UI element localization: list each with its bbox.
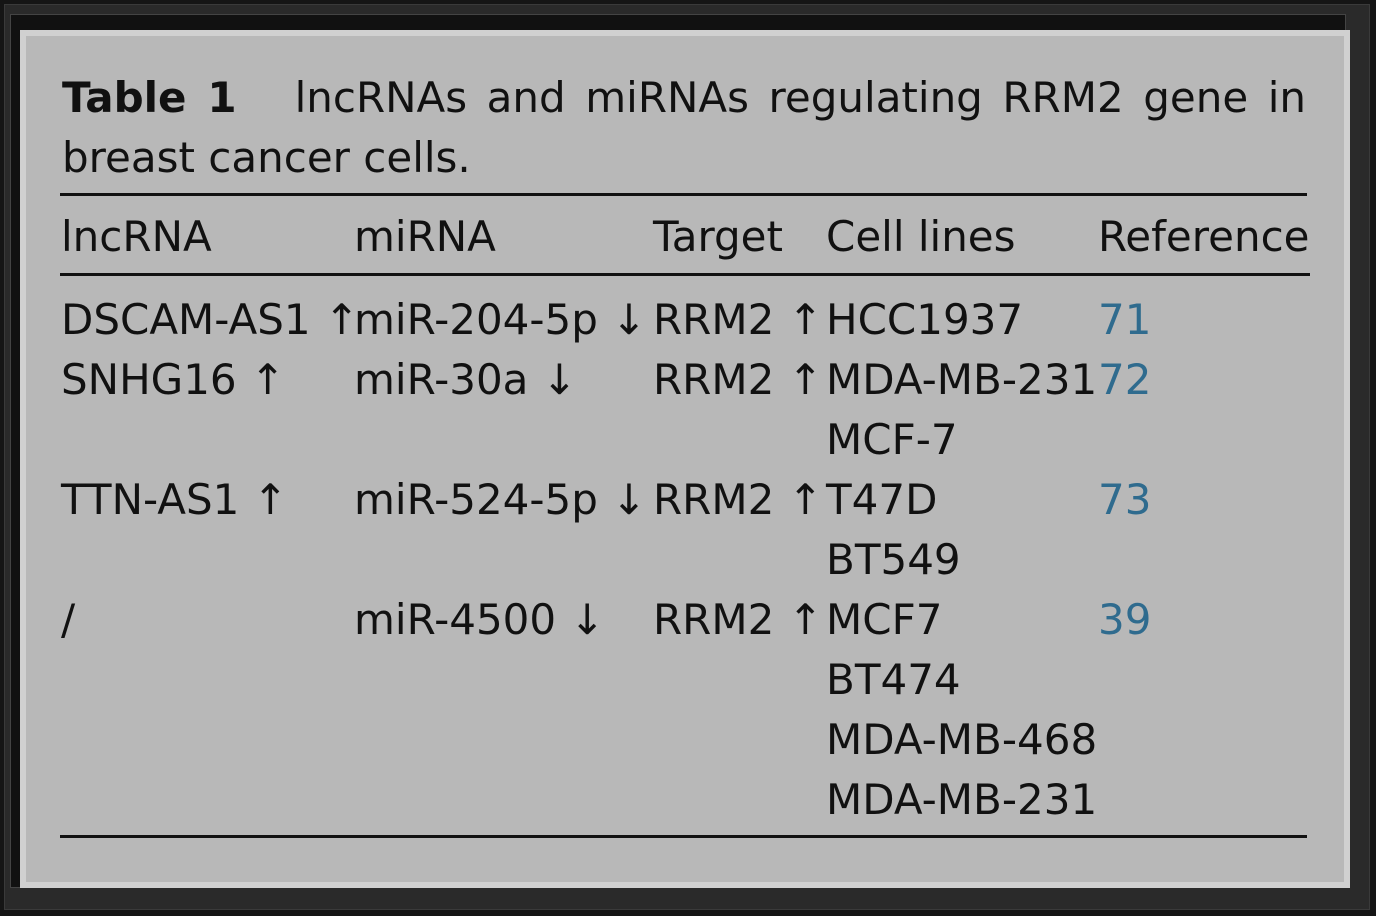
table-label: Table 1: [62, 73, 237, 122]
row-0-target: RRM2 ↑: [653, 295, 823, 344]
table-caption-text: lncRNAs and miRNAs regulating RRM2 gene …: [62, 73, 1307, 182]
row-1-reference-link[interactable]: 72: [1098, 350, 1151, 410]
table-caption: Table 1 lncRNAs and miRNAs regulating RRM…: [62, 68, 1306, 188]
bottom-rule: [60, 835, 1307, 838]
row-2-cell-line: T47D: [826, 475, 938, 524]
row-1-mirna: miR-30a ↓: [354, 355, 577, 404]
row-2-reference-link[interactable]: 73: [1098, 470, 1151, 530]
row-1-cell-lines: MDA-MB-231 MCF-7: [826, 350, 1097, 470]
row-2-cell-lines: T47D BT549: [826, 470, 961, 590]
row-1-cell-line: MCF-7: [826, 415, 958, 464]
row-2-mirna: miR-524-5p ↓: [354, 475, 647, 524]
top-rule: [60, 193, 1307, 196]
header-rule: [60, 273, 1310, 276]
header-target: Target: [653, 212, 783, 261]
row-3-lncrna: /: [61, 595, 76, 644]
header-mirna: miRNA: [354, 212, 496, 261]
row-0-reference-link[interactable]: 71: [1098, 290, 1151, 350]
header-reference: Reference: [1098, 212, 1310, 261]
row-3-cell-line: MDA-MB-468: [826, 715, 1098, 764]
row-0-mirna: miR-204-5p ↓: [354, 295, 647, 344]
row-1-cell-line: MDA-MB-231: [826, 355, 1098, 404]
header-lncrna: lncRNA: [61, 212, 212, 261]
row-2-target: RRM2 ↑: [653, 475, 823, 524]
row-3-reference-link[interactable]: 39: [1098, 590, 1151, 650]
row-1-target: RRM2 ↑: [653, 355, 823, 404]
row-0-lncrna: DSCAM-AS1 ↑: [61, 295, 360, 344]
row-0-cell-lines: HCC1937: [826, 290, 1023, 350]
row-3-cell-line: MCF7: [826, 595, 943, 644]
row-3-cell-lines: MCF7 BT474 MDA-MB-468 MDA-MB-231: [826, 590, 1097, 830]
row-2-cell-line: BT549: [826, 535, 961, 584]
row-1-lncrna: SNHG16 ↑: [61, 355, 286, 404]
row-0-cell-line: HCC1937: [826, 295, 1024, 344]
row-3-target: RRM2 ↑: [653, 595, 823, 644]
row-3-cell-line: MDA-MB-231: [826, 775, 1098, 824]
row-3-mirna: miR-4500 ↓: [354, 595, 605, 644]
row-3-cell-line: BT474: [826, 655, 961, 704]
header-cell-lines: Cell lines: [826, 212, 1016, 261]
row-2-lncrna: TTN-AS1 ↑: [61, 475, 288, 524]
